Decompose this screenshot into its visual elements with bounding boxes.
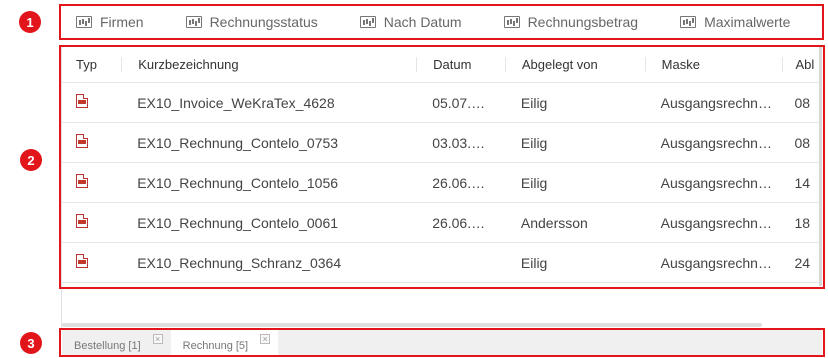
annotation-badge-1: 1 (19, 11, 41, 33)
annotation-frame-3 (59, 328, 825, 357)
horizontal-scrollbar[interactable] (62, 323, 762, 327)
annotation-frame-1 (59, 4, 824, 40)
annotation-frame-2 (59, 45, 825, 289)
annotation-badge-2: 2 (20, 149, 42, 171)
annotation-badge-3: 3 (20, 332, 42, 354)
